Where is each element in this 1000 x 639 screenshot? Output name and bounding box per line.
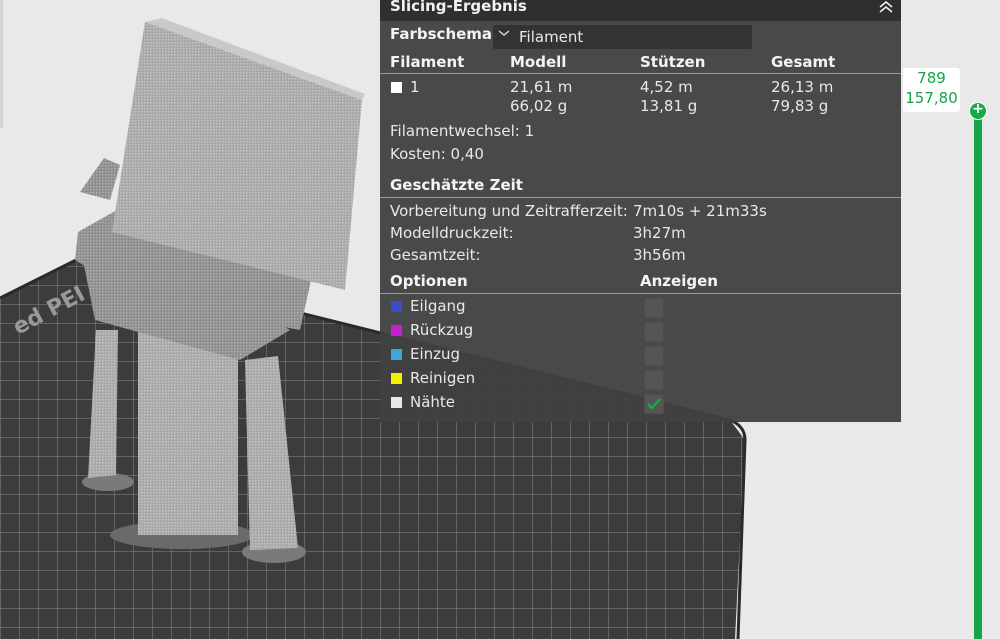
checkmark-icon: [647, 398, 661, 410]
panel-header: Slicing-Ergebnis: [380, 0, 901, 21]
plus-icon: +: [972, 101, 984, 117]
option-label-wipe: Reinigen: [410, 369, 476, 387]
time-label-prep: Vorbereitung und Zeitrafferzeit:: [390, 202, 628, 220]
model-length: 21,61 m: [510, 78, 573, 96]
layer-height: 157,80: [905, 89, 958, 107]
color-scheme-label: Farbschema: [390, 25, 493, 43]
slicing-result-panel: Slicing-Ergebnis Farbschema Filament Fil…: [380, 0, 901, 422]
show-wipe-checkbox[interactable]: [644, 370, 664, 390]
panel-title: Slicing-Ergebnis: [390, 0, 527, 15]
show-seams-checkbox[interactable]: [644, 394, 664, 414]
option-label-seams: Nähte: [410, 393, 456, 411]
column-header-model: Modell: [510, 53, 567, 71]
filament-id: 1: [410, 78, 420, 96]
option-label-rapid: Eilgang: [410, 297, 466, 315]
options-header: Optionen: [390, 272, 468, 290]
time-label-model: Modelldruckzeit:: [390, 224, 514, 242]
divider: [380, 293, 901, 294]
retract-color-swatch: [391, 325, 402, 336]
support-weight: 13,81 g: [640, 97, 698, 115]
show-rapid-checkbox[interactable]: [644, 298, 664, 318]
color-scheme-dropdown[interactable]: Filament: [493, 25, 752, 49]
time-value-model: 3h27m: [633, 224, 686, 242]
layer-slider-label: 789 157,80: [903, 68, 960, 112]
time-value-prep: 7m10s + 21m33s: [633, 202, 767, 220]
layer-slider-track[interactable]: [974, 111, 982, 639]
collapse-up-icon[interactable]: [875, 0, 897, 20]
divider: [380, 197, 901, 198]
deretract-color-swatch: [391, 349, 402, 360]
layer-slider-handle[interactable]: +: [969, 101, 987, 120]
column-header-filament: Filament: [390, 53, 465, 71]
column-header-supports: Stützen: [640, 53, 706, 71]
option-label-retract: Rückzug: [410, 321, 474, 339]
cost: Kosten: 0,40: [390, 145, 484, 163]
chevron-down-icon: [497, 26, 511, 44]
color-scheme-value: Filament: [519, 28, 584, 46]
filament-color-swatch: [391, 82, 402, 93]
layer-number: 789: [917, 69, 946, 87]
divider: [380, 73, 901, 74]
show-header: Anzeigen: [640, 272, 718, 290]
support-length: 4,52 m: [640, 78, 693, 96]
total-length: 26,13 m: [771, 78, 834, 96]
time-label-total: Gesamtzeit:: [390, 246, 481, 264]
show-deretract-checkbox[interactable]: [644, 346, 664, 366]
filament-changes: Filamentwechsel: 1: [390, 122, 535, 140]
rapid-move-color-swatch: [391, 301, 402, 312]
wipe-color-swatch: [391, 373, 402, 384]
show-retract-checkbox[interactable]: [644, 322, 664, 342]
model-weight: 66,02 g: [510, 97, 568, 115]
total-weight: 79,83 g: [771, 97, 829, 115]
column-header-total: Gesamt: [771, 53, 836, 71]
estimated-time-title: Geschätzte Zeit: [390, 176, 523, 194]
time-value-total: 3h56m: [633, 246, 686, 264]
seams-color-swatch: [391, 397, 402, 408]
option-label-deretract: Einzug: [410, 345, 461, 363]
